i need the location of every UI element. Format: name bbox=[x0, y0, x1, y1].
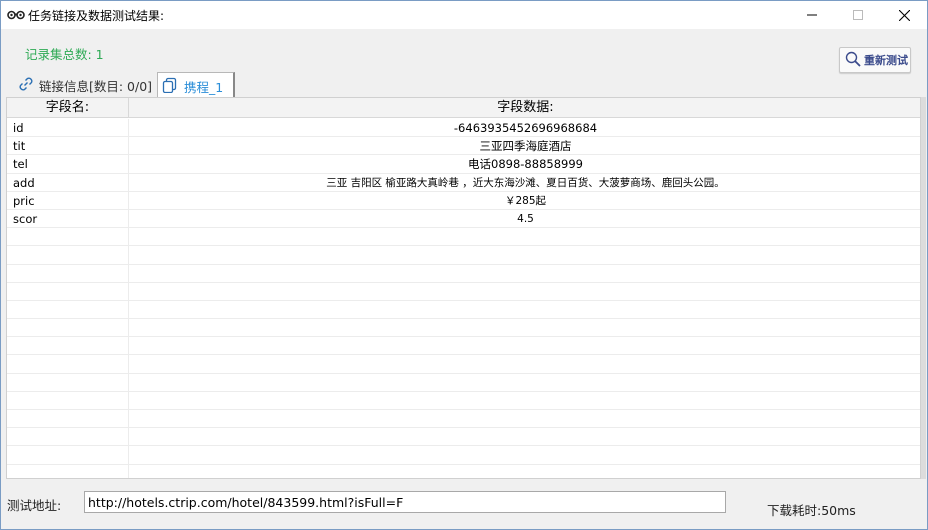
binoculars-icon bbox=[7, 9, 25, 21]
link-icon bbox=[17, 75, 35, 96]
empty-row bbox=[7, 355, 920, 374]
empty-row bbox=[7, 264, 920, 283]
field-name-cell: tel bbox=[7, 155, 129, 174]
url-input[interactable] bbox=[84, 491, 726, 513]
empty-cell bbox=[7, 282, 129, 301]
data-grid: 字段名: 字段数据: id -6463935452696968684 tit 三… bbox=[6, 97, 921, 479]
empty-row bbox=[7, 391, 920, 410]
vertical-scrollbar[interactable] bbox=[921, 97, 926, 479]
empty-cell bbox=[7, 264, 129, 283]
empty-cell bbox=[7, 446, 129, 465]
grid-body: id -6463935452696968684 tit 三亚四季海庭酒店 tel… bbox=[7, 119, 920, 478]
field-value-cell: 4.5 bbox=[517, 212, 534, 225]
title-bar: 任务链接及数据测试结果: bbox=[1, 1, 927, 29]
empty-cell bbox=[7, 228, 129, 247]
tab-strip: 链接信息[数目: 0/0] 携程_1 bbox=[1, 72, 927, 99]
empty-row bbox=[7, 464, 920, 478]
retest-button[interactable]: 重新测试 bbox=[839, 47, 911, 73]
empty-row bbox=[7, 337, 920, 356]
empty-row bbox=[7, 300, 920, 320]
empty-cell bbox=[7, 246, 129, 265]
table-row[interactable]: tel 电话0898-88858999 bbox=[7, 155, 920, 174]
empty-cell bbox=[7, 464, 129, 478]
empty-cell bbox=[7, 391, 129, 410]
minimize-icon bbox=[807, 14, 817, 16]
empty-row bbox=[7, 373, 920, 392]
field-value-cell: 三亚 吉阳区 榆亚路大真岭巷 ，近大东海沙滩、夏日百货、大菠萝商场、鹿回头公园。 bbox=[326, 176, 725, 189]
grid-header: 字段名: 字段数据: bbox=[7, 98, 920, 118]
empty-cell bbox=[7, 410, 129, 428]
result-window: 任务链接及数据测试结果: 记录集总数: 1 重新测试 链接信息[数目: 0/0]… bbox=[0, 0, 928, 530]
window-title: 任务链接及数据测试结果: bbox=[28, 9, 165, 23]
retest-label: 重新测试 bbox=[864, 54, 908, 67]
download-time: 下载耗时:50ms bbox=[767, 503, 856, 518]
empty-row bbox=[7, 319, 920, 338]
empty-cell bbox=[7, 373, 129, 392]
maximize-button[interactable] bbox=[835, 1, 881, 29]
field-name-cell: tit bbox=[7, 137, 129, 156]
field-value-cell: 电话0898-88858999 bbox=[468, 157, 583, 172]
table-row[interactable]: add 三亚 吉阳区 榆亚路大真岭巷 ，近大东海沙滩、夏日百货、大菠萝商场、鹿回… bbox=[7, 173, 920, 192]
empty-row bbox=[7, 410, 920, 429]
minimize-button[interactable] bbox=[789, 1, 835, 29]
field-name-cell: pric bbox=[7, 191, 129, 210]
field-value-cell: 三亚四季海庭酒店 bbox=[479, 139, 572, 154]
tab-ctrip-1-label: 携程_1 bbox=[184, 79, 224, 95]
tab-ctrip-1[interactable]: 携程_1 bbox=[157, 72, 235, 99]
empty-cell bbox=[7, 428, 129, 447]
maximize-icon bbox=[853, 10, 863, 20]
empty-row bbox=[7, 228, 920, 247]
url-label: 测试地址: bbox=[7, 498, 62, 513]
empty-cell bbox=[7, 337, 129, 356]
table-row[interactable]: tit 三亚四季海庭酒店 bbox=[7, 137, 920, 156]
empty-row bbox=[7, 428, 920, 447]
tab-link-info-label: 链接信息[数目: 0/0] bbox=[39, 78, 153, 94]
empty-row bbox=[7, 446, 920, 465]
header-field-data[interactable]: 字段数据: bbox=[129, 98, 920, 118]
field-name-cell: id bbox=[7, 119, 129, 137]
empty-row bbox=[7, 246, 920, 265]
close-icon bbox=[898, 9, 910, 21]
empty-cell bbox=[7, 300, 129, 319]
field-value-cell: ￥285起 bbox=[504, 194, 547, 207]
table-row[interactable]: pric ￥285起 bbox=[7, 191, 920, 210]
empty-cell bbox=[7, 355, 129, 374]
record-count: 记录集总数: 1 bbox=[25, 47, 104, 62]
empty-row bbox=[7, 282, 920, 301]
empty-cell bbox=[7, 319, 129, 338]
table-row[interactable]: scor 4.5 bbox=[7, 209, 920, 229]
table-row[interactable]: id -6463935452696968684 bbox=[7, 119, 920, 138]
header-field-name[interactable]: 字段名: bbox=[7, 98, 129, 118]
field-value-cell: -6463935452696968684 bbox=[453, 121, 598, 135]
tab-link-info[interactable]: 链接信息[数目: 0/0] bbox=[13, 72, 157, 98]
copy-icon bbox=[162, 77, 178, 96]
field-name-cell: scor bbox=[7, 209, 129, 228]
magnifier-icon bbox=[845, 51, 861, 70]
field-name-cell: add bbox=[7, 173, 129, 192]
close-button[interactable] bbox=[881, 1, 927, 29]
